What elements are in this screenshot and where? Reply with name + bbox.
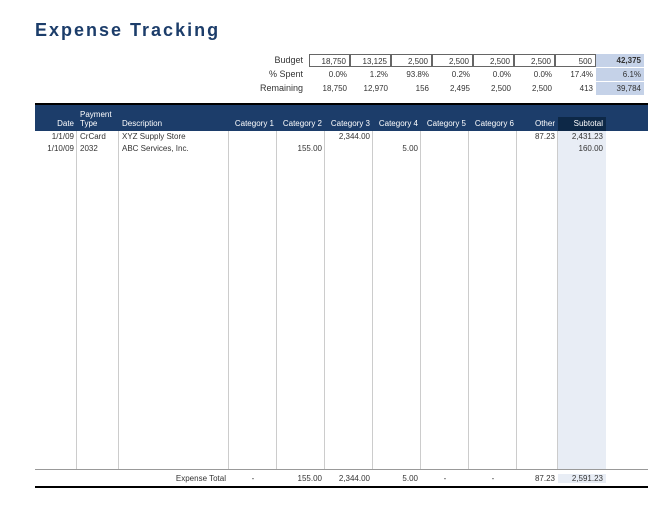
spent-cat2: 1.2% (350, 68, 391, 81)
col-header-cat6: Category 6 (469, 117, 517, 131)
cell-ptype: 2032 (77, 143, 119, 155)
footer-other: 87.23 (517, 474, 558, 483)
spent-cat4: 0.2% (432, 68, 473, 81)
footer-cat2: 155.00 (277, 474, 325, 483)
remain-cat5: 2,500 (473, 82, 514, 95)
summary-row-remaining: Remaining 18,750 12,970 156 2,495 2,500 … (113, 81, 644, 95)
col-header-cat3: Category 3 (325, 117, 373, 131)
expense-sheet: Expense Tracking Budget 18,750 13,125 2,… (0, 0, 666, 513)
footer-label: Expense Total (35, 474, 229, 483)
cell-cat4: 5.00 (373, 143, 421, 155)
col-header-cat5: Category 5 (421, 117, 469, 131)
cell-cat5 (421, 143, 469, 155)
budget-cat4[interactable]: 2,500 (432, 54, 473, 67)
summary-row-spent: % Spent 0.0% 1.2% 93.8% 0.2% 0.0% 0.0% 1… (113, 67, 644, 81)
remain-cat4: 2,495 (432, 82, 473, 95)
cell-date: 1/1/09 (35, 131, 77, 143)
footer-cat6: - (469, 474, 517, 483)
cell-cat6 (469, 131, 517, 143)
spent-cat5: 0.0% (473, 68, 514, 81)
footer-cat3: 2,344.00 (325, 474, 373, 483)
budget-cat6[interactable]: 2,500 (514, 54, 555, 67)
budget-other[interactable]: 500 (555, 54, 596, 67)
spent-total: 6.1% (596, 68, 644, 81)
cell-cat5 (421, 131, 469, 143)
footer-cat1: - (229, 474, 277, 483)
cell-subtotal: 2,431.23 (558, 131, 606, 143)
cell-cat2: 155.00 (277, 143, 325, 155)
footer-cat5: - (421, 474, 469, 483)
cell-other: 87.23 (517, 131, 558, 143)
cell-cat6 (469, 143, 517, 155)
cell-date: 1/10/09 (35, 143, 77, 155)
col-header-subtotal: Subtotal (558, 117, 606, 131)
remain-other: 413 (555, 82, 596, 95)
grid-lines (35, 131, 648, 469)
remain-cat1: 18,750 (309, 82, 350, 95)
cell-ptype: CrCard (77, 131, 119, 143)
table-body: 1/1/09 CrCard XYZ Supply Store 2,344.00 … (35, 131, 648, 469)
budget-cat1[interactable]: 18,750 (309, 54, 350, 67)
col-header-ptype: Payment Type (77, 108, 119, 131)
spent-other: 17.4% (555, 68, 596, 81)
footer-cat4: 5.00 (373, 474, 421, 483)
expense-table: Date Payment Type Description Category 1… (35, 103, 648, 488)
remain-cat6: 2,500 (514, 82, 555, 95)
spent-cat6: 0.0% (514, 68, 555, 81)
col-header-other: Other (517, 117, 558, 131)
cell-cat3 (325, 143, 373, 155)
cell-subtotal: 160.00 (558, 143, 606, 155)
col-header-cat2: Category 2 (277, 117, 325, 131)
cell-other (517, 143, 558, 155)
remain-cat3: 156 (391, 82, 432, 95)
col-header-desc: Description (119, 117, 229, 131)
summary-block: Budget 18,750 13,125 2,500 2,500 2,500 2… (35, 53, 644, 95)
spent-cat1: 0.0% (309, 68, 350, 81)
footer-subtotal: 2,591.23 (558, 474, 606, 483)
summary-label: % Spent (113, 69, 309, 79)
cell-cat1 (229, 143, 277, 155)
table-row[interactable]: 1/10/09 2032 ABC Services, Inc. 155.00 5… (35, 143, 648, 155)
cell-desc: XYZ Supply Store (119, 131, 229, 143)
remain-total: 39,784 (596, 82, 644, 95)
table-header: Date Payment Type Description Category 1… (35, 105, 648, 131)
budget-total: 42,375 (596, 54, 644, 67)
col-header-cat1: Category 1 (229, 117, 277, 131)
budget-cat5[interactable]: 2,500 (473, 54, 514, 67)
cell-desc: ABC Services, Inc. (119, 143, 229, 155)
table-row[interactable]: 1/1/09 CrCard XYZ Supply Store 2,344.00 … (35, 131, 648, 143)
cell-cat3: 2,344.00 (325, 131, 373, 143)
spent-cat3: 93.8% (391, 68, 432, 81)
cell-cat1 (229, 131, 277, 143)
summary-label: Remaining (113, 83, 309, 93)
col-header-date: Date (35, 117, 77, 131)
budget-cat2[interactable]: 13,125 (350, 54, 391, 67)
table-footer: Expense Total - 155.00 2,344.00 5.00 - -… (35, 469, 648, 486)
summary-row-budget: Budget 18,750 13,125 2,500 2,500 2,500 2… (113, 53, 644, 67)
budget-cat3[interactable]: 2,500 (391, 54, 432, 67)
cell-cat4 (373, 131, 421, 143)
page-title: Expense Tracking (35, 20, 648, 41)
cell-cat2 (277, 131, 325, 143)
summary-label: Budget (113, 55, 309, 65)
remain-cat2: 12,970 (350, 82, 391, 95)
col-header-cat4: Category 4 (373, 117, 421, 131)
